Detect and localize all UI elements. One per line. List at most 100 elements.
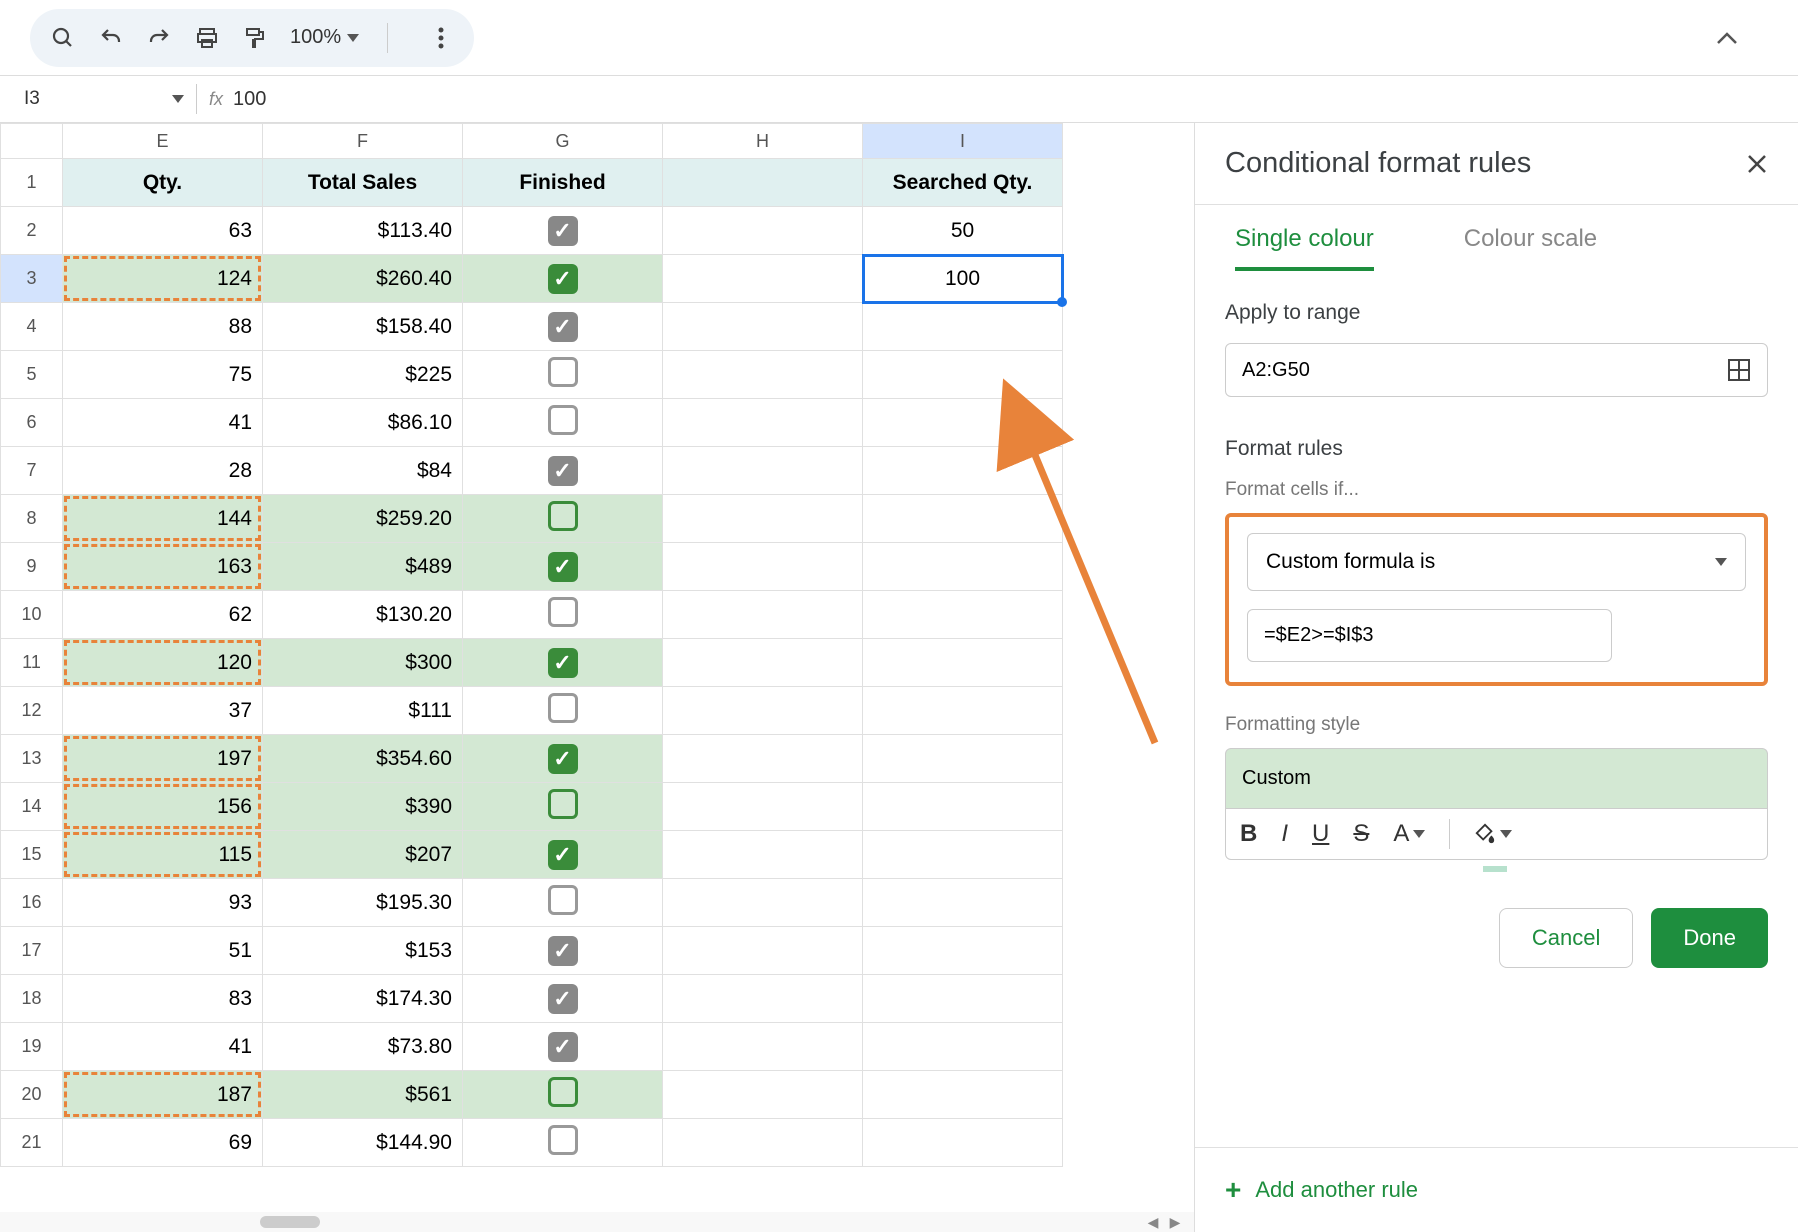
scroll-left-icon[interactable]: ◀	[1144, 1213, 1162, 1231]
row-header-14[interactable]: 14	[1, 783, 63, 831]
italic-button[interactable]: I	[1281, 820, 1288, 848]
more-icon[interactable]	[428, 25, 454, 51]
paint-format-icon[interactable]	[242, 25, 268, 51]
cell[interactable]: $174.30	[263, 975, 463, 1023]
fill-color-button[interactable]	[1474, 823, 1512, 845]
cell[interactable]: 88	[63, 303, 263, 351]
text-color-button[interactable]: A	[1393, 820, 1425, 848]
cell[interactable]	[863, 735, 1063, 783]
cell[interactable]	[863, 399, 1063, 447]
cell[interactable]: ✓	[463, 303, 663, 351]
row-header-17[interactable]: 17	[1, 927, 63, 975]
cell[interactable]	[663, 447, 863, 495]
checkbox-checked-icon[interactable]: ✓	[548, 840, 578, 870]
row-header-5[interactable]: 5	[1, 351, 63, 399]
condition-dropdown[interactable]: Custom formula is	[1247, 533, 1746, 591]
cell[interactable]: 41	[63, 1023, 263, 1071]
cell[interactable]	[663, 831, 863, 879]
row-header-3[interactable]: 3	[1, 255, 63, 303]
checkbox-unchecked-icon[interactable]	[548, 885, 578, 915]
cancel-button[interactable]: Cancel	[1499, 908, 1633, 968]
cell[interactable]	[863, 783, 1063, 831]
row-header-18[interactable]: 18	[1, 975, 63, 1023]
checkbox-checked-icon[interactable]: ✓	[548, 552, 578, 582]
bold-button[interactable]: B	[1240, 820, 1257, 848]
cell[interactable]	[863, 975, 1063, 1023]
column-header-E[interactable]: E	[63, 124, 263, 159]
checkbox-checked-icon[interactable]: ✓	[548, 216, 578, 246]
checkbox-checked-icon[interactable]: ✓	[548, 312, 578, 342]
cell[interactable]	[863, 1023, 1063, 1071]
cell[interactable]	[863, 879, 1063, 927]
custom-formula-input[interactable]	[1264, 624, 1595, 647]
cell[interactable]	[663, 543, 863, 591]
add-another-rule[interactable]: + Add another rule	[1195, 1147, 1798, 1232]
cell[interactable]	[663, 975, 863, 1023]
redo-icon[interactable]	[146, 25, 172, 51]
cell[interactable]: $113.40	[263, 207, 463, 255]
row-header-6[interactable]: 6	[1, 399, 63, 447]
cell[interactable]	[663, 783, 863, 831]
cell[interactable]	[863, 591, 1063, 639]
cell[interactable]: 28	[63, 447, 263, 495]
cell[interactable]	[463, 591, 663, 639]
cell[interactable]	[463, 879, 663, 927]
search-icon[interactable]	[50, 25, 76, 51]
cell[interactable]	[463, 351, 663, 399]
row-header-7[interactable]: 7	[1, 447, 63, 495]
range-input[interactable]	[1242, 359, 1727, 382]
cell[interactable]: 62	[63, 591, 263, 639]
cell[interactable]: 41	[63, 399, 263, 447]
cell[interactable]: ✓	[463, 639, 663, 687]
cell[interactable]	[663, 591, 863, 639]
row-header-4[interactable]: 4	[1, 303, 63, 351]
row-header-8[interactable]: 8	[1, 495, 63, 543]
cell[interactable]	[863, 831, 1063, 879]
cell[interactable]: ✓	[463, 831, 663, 879]
cell[interactable]: 69	[63, 1119, 263, 1167]
cell[interactable]: $300	[263, 639, 463, 687]
cell[interactable]: 163	[63, 543, 263, 591]
cell[interactable]: $354.60	[263, 735, 463, 783]
row-header-1[interactable]: 1	[1, 159, 63, 207]
cell[interactable]	[863, 639, 1063, 687]
cell[interactable]	[663, 735, 863, 783]
cell[interactable]: ✓	[463, 975, 663, 1023]
cell[interactable]: ✓	[463, 255, 663, 303]
checkbox-checked-icon[interactable]: ✓	[548, 264, 578, 294]
cell[interactable]: 115	[63, 831, 263, 879]
cell[interactable]: ✓	[463, 735, 663, 783]
cell[interactable]	[463, 495, 663, 543]
cell[interactable]	[863, 1071, 1063, 1119]
header-qty[interactable]: Qty.	[63, 159, 263, 207]
cell[interactable]	[863, 543, 1063, 591]
name-box[interactable]: I3	[24, 88, 184, 110]
select-range-icon[interactable]	[1727, 358, 1751, 382]
checkbox-checked-icon[interactable]: ✓	[548, 1032, 578, 1062]
checkbox-unchecked-icon[interactable]	[548, 357, 578, 387]
cell[interactable]	[663, 687, 863, 735]
checkbox-checked-icon[interactable]: ✓	[548, 744, 578, 774]
cell[interactable]: $73.80	[263, 1023, 463, 1071]
scroll-right-icon[interactable]: ▶	[1166, 1213, 1184, 1231]
cell[interactable]: 120	[63, 639, 263, 687]
column-header-I[interactable]: I	[863, 124, 1063, 159]
cell[interactable]	[663, 879, 863, 927]
cell[interactable]: $489	[263, 543, 463, 591]
checkbox-unchecked-icon[interactable]	[548, 405, 578, 435]
cell[interactable]	[463, 1119, 663, 1167]
cell[interactable]	[463, 399, 663, 447]
cell[interactable]: 156	[63, 783, 263, 831]
cell[interactable]	[663, 399, 863, 447]
cell[interactable]: $390	[263, 783, 463, 831]
cell[interactable]	[863, 447, 1063, 495]
cell[interactable]: 63	[63, 207, 263, 255]
checkbox-unchecked-icon[interactable]	[548, 789, 578, 819]
cell[interactable]	[663, 303, 863, 351]
cell[interactable]: ✓	[463, 447, 663, 495]
checkbox-checked-icon[interactable]: ✓	[548, 648, 578, 678]
row-header-16[interactable]: 16	[1, 879, 63, 927]
row-header-20[interactable]: 20	[1, 1071, 63, 1119]
cell[interactable]	[663, 207, 863, 255]
column-header-G[interactable]: G	[463, 124, 663, 159]
